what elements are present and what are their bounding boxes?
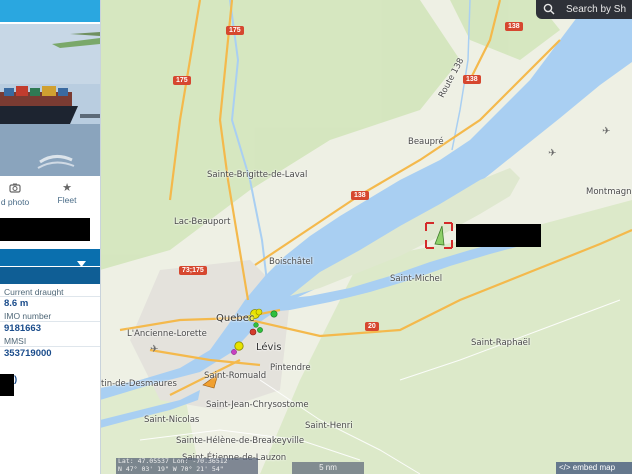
place-label: Sainte-Hélène-de-Breakeyville [176, 436, 305, 446]
svg-text:✈: ✈ [602, 126, 610, 137]
highway-shield: 138 [505, 22, 523, 31]
place-label: Saint-Raphaël [471, 338, 531, 348]
imo-value: 9181663 [4, 323, 41, 334]
highway-shield: 20 [365, 322, 379, 331]
camera-icon [0, 182, 30, 197]
highway-shield: 138 [351, 191, 369, 200]
draught-value: 8.6 m [4, 298, 29, 309]
mmsi-value: 353719000 [4, 348, 52, 359]
place-label: Saint-Nicolas [144, 415, 200, 425]
section-dropdown[interactable] [0, 249, 100, 267]
svg-text:✈: ✈ [548, 148, 556, 159]
field-label: MMSI [4, 336, 27, 346]
sidebar-actions: d photo ★ Fleet [0, 180, 100, 214]
partial-link[interactable]: ) [14, 374, 17, 385]
divider [0, 296, 100, 297]
highway-shield: 175 [226, 26, 244, 35]
search-icon [543, 3, 555, 18]
section-subheader [0, 267, 100, 284]
place-label: Sainte-Brigitte-de-Laval [207, 170, 308, 180]
place-label: Beaupré [408, 137, 444, 147]
svg-text:✈: ✈ [150, 344, 158, 355]
place-label: Lac-Beauport [174, 217, 231, 227]
place-label: Pintendre [270, 363, 311, 373]
place-label: Saint-Michel [390, 274, 443, 284]
coordinates-readout: Lat: 47.05537 Lon: -70.36512 N 47° 03' 1… [116, 457, 258, 474]
add-photo-label: d photo [0, 197, 30, 207]
divider [0, 346, 100, 347]
field-label: IMO number [4, 311, 52, 321]
divider [0, 321, 100, 322]
place-label: Saint-Henri [305, 421, 353, 431]
vessel-photo[interactable] [0, 24, 100, 176]
redacted-block [0, 374, 14, 396]
place-label: Saint-Romuald [204, 371, 267, 381]
highway-shield: 73;175 [179, 266, 207, 275]
place-label: tin-de-Desmaures [101, 379, 177, 389]
place-label: Quebec [216, 313, 255, 324]
highway-shield: 175 [173, 76, 191, 85]
vessel-sidebar: d photo ★ Fleet Current draught 8.6 m IM… [0, 0, 101, 474]
add-photo-button[interactable]: d photo [0, 182, 30, 207]
highway-shield: 138 [463, 75, 481, 84]
place-label: L'Ancienne-Lorette [127, 329, 207, 339]
search-input[interactable]: Search by Sh [566, 4, 626, 15]
place-label: Boischâtel [269, 257, 314, 267]
scale-bar: 5 nm [292, 462, 364, 474]
star-icon: ★ [62, 182, 72, 194]
embed-map-button[interactable]: </> embed map [556, 462, 632, 474]
sidebar-header [0, 0, 100, 22]
place-label: Montmagn [586, 187, 632, 197]
place-label: Lévis [256, 342, 282, 353]
fleet-label: Fleet [57, 195, 77, 205]
fleet-button[interactable]: ★ Fleet [52, 182, 82, 205]
coords-dms: N 47° 03' 19" W 70° 21' 54" [118, 464, 224, 473]
redacted-block [0, 218, 90, 241]
search-box[interactable]: Search by Sh [536, 0, 632, 19]
place-label: Saint-Jean-Chrysostome [206, 400, 309, 410]
